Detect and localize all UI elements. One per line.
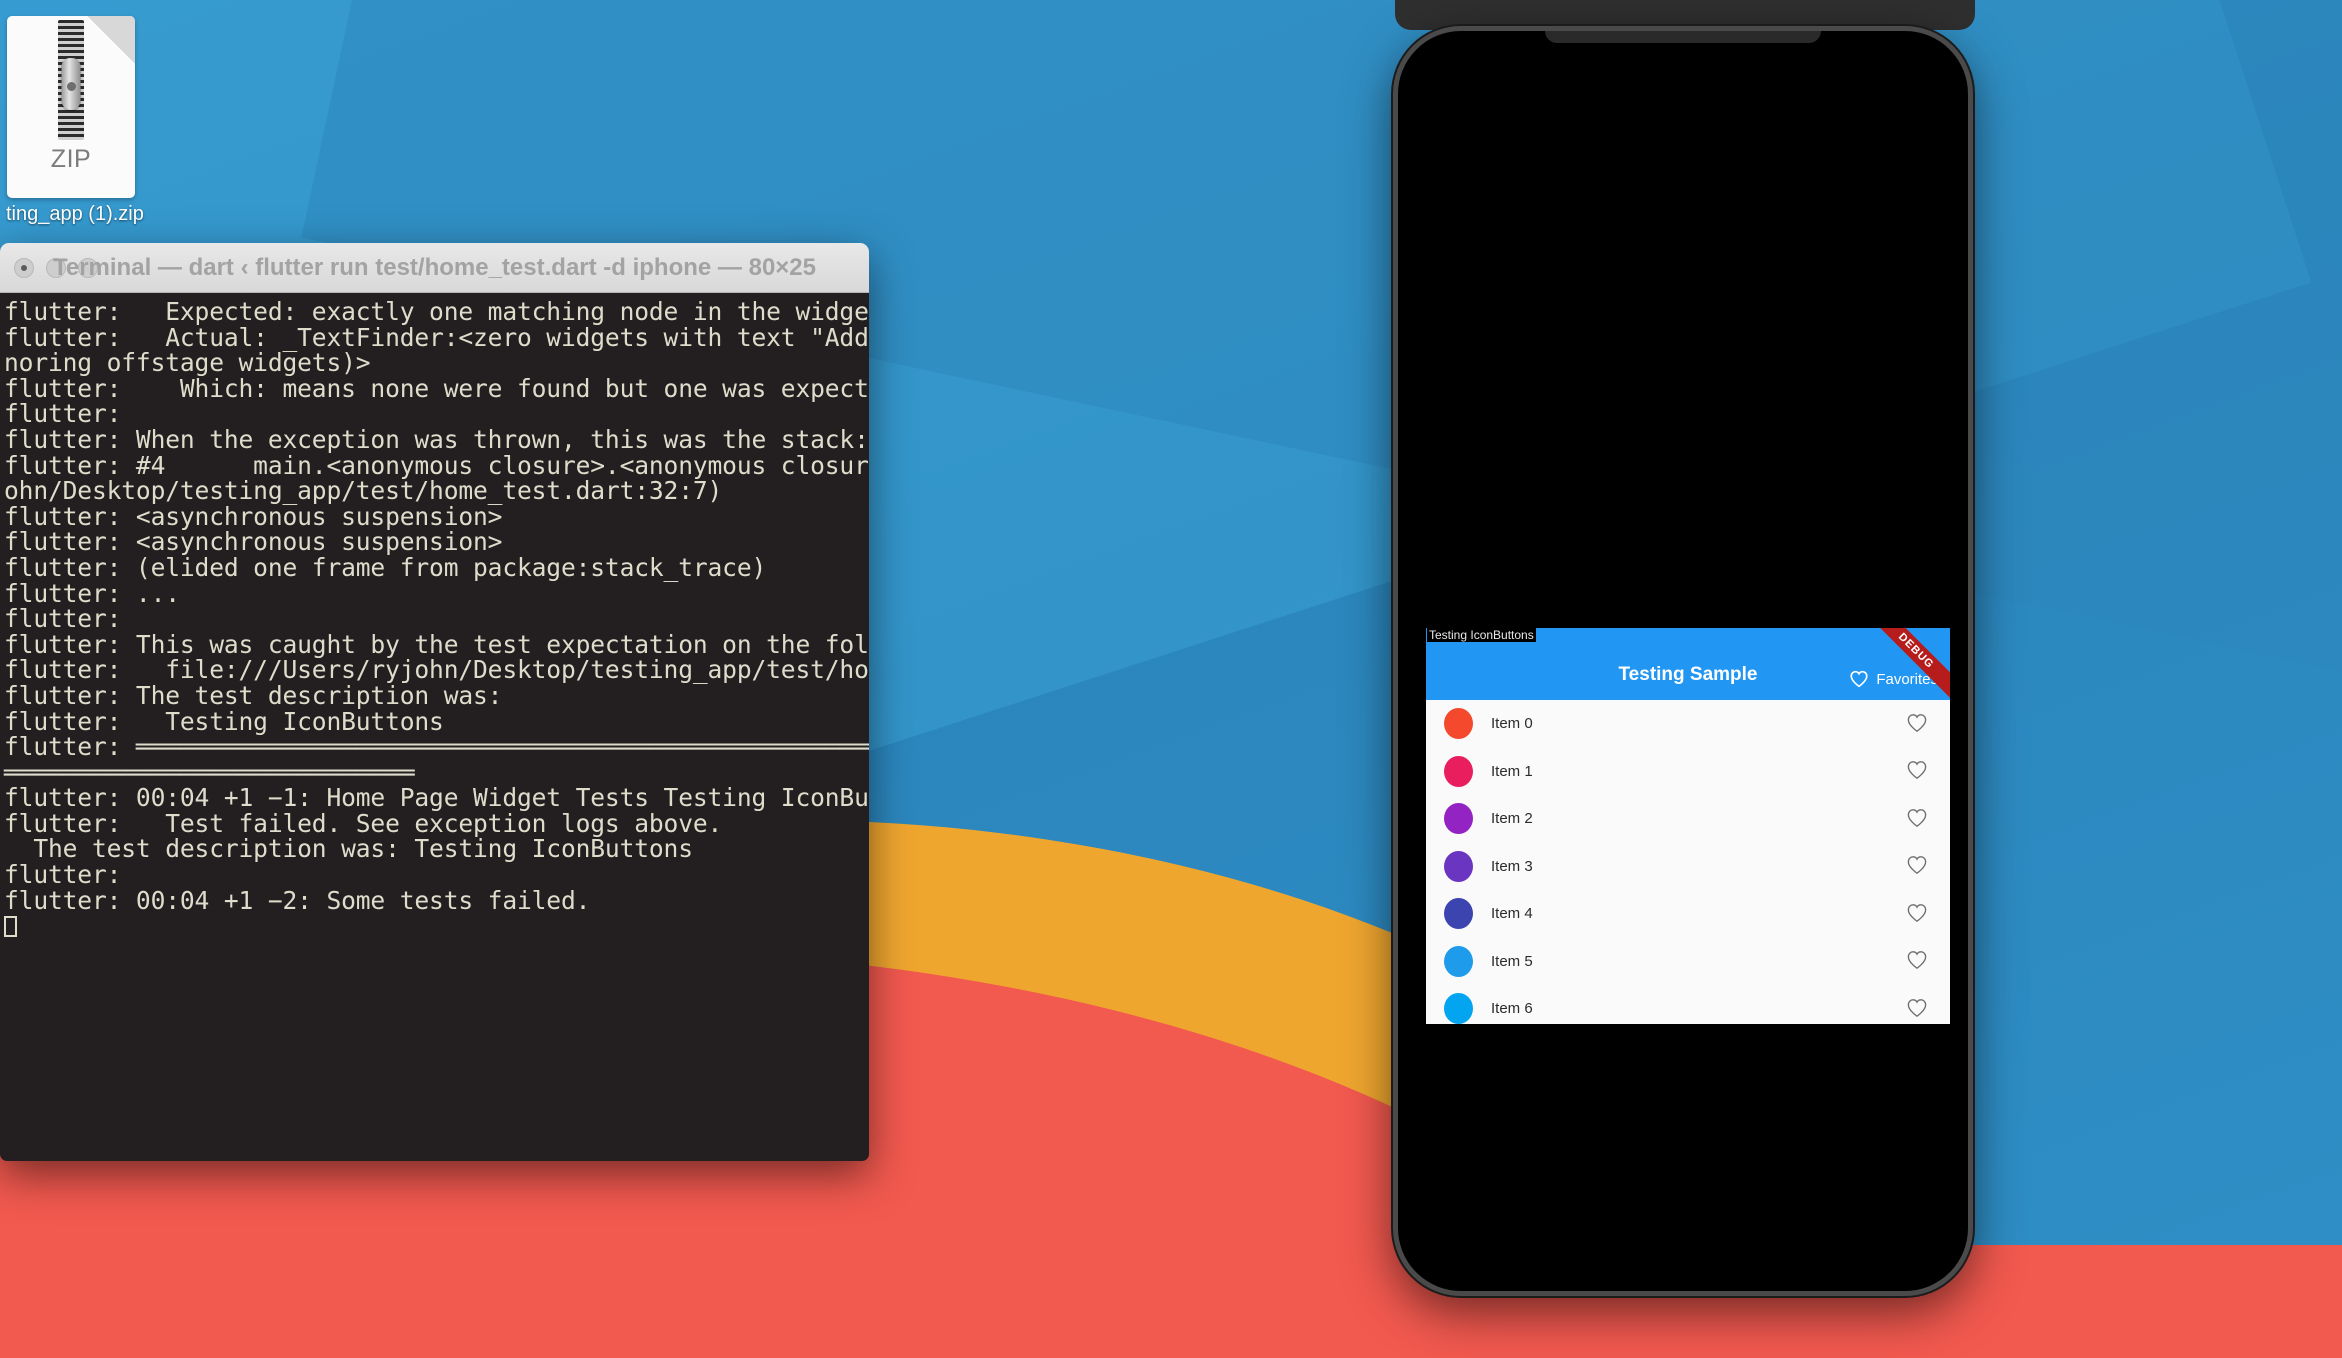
list-item-label: Item 5 (1491, 952, 1533, 970)
heart-outline-icon[interactable] (1906, 903, 1928, 925)
terminal-titlebar[interactable]: Terminal — dart ‹ flutter run test/home_… (0, 243, 869, 293)
heart-outline-icon[interactable] (1906, 855, 1928, 877)
item-list[interactable]: Item 0 Item 1 Item 2 Item 3 Item 4 Item … (1426, 700, 1950, 1024)
terminal-line: flutter: Expected: exactly one matching … (4, 297, 869, 326)
wallpaper-red-band-2 (0, 1245, 2342, 1358)
zip-file-icon[interactable]: ZIP (7, 16, 135, 198)
list-item-label: Item 2 (1491, 810, 1533, 828)
terminal-line: flutter: When the exception was thrown, … (4, 424, 869, 454)
list-item-label: Item 6 (1491, 1000, 1533, 1018)
flutter-app-screen[interactable]: Testing IconButtons DEBUG Testing Sample… (1426, 628, 1950, 1024)
iphone-simulator[interactable]: Testing IconButtons DEBUG Testing Sample… (1393, 26, 1973, 1296)
list-item[interactable]: Item 3 (1426, 843, 1950, 891)
zip-badge-label: ZIP (50, 145, 92, 173)
terminal-line: flutter: (4, 399, 122, 429)
avatar (1444, 993, 1473, 1024)
terminal-line: flutter: ... (4, 578, 180, 608)
desktop: ZIP ting_app (1).zip Testing IconButtons… (0, 0, 2342, 1358)
terminal-line: flutter: The test description was: (4, 680, 503, 710)
terminal-line: flutter: (4, 860, 122, 890)
close-button[interactable] (14, 257, 34, 278)
terminal-line: flutter: Test failed. See exception logs… (4, 808, 723, 838)
terminal-line: The test description was: Testing IconBu… (4, 834, 693, 864)
avatar (1444, 898, 1473, 930)
window-controls[interactable] (14, 257, 98, 278)
terminal-window[interactable]: Terminal — dart ‹ flutter run test/home_… (0, 243, 869, 1161)
terminal-output[interactable]: flutter: Expected: exactly one matching … (0, 293, 869, 1161)
list-item-label: Item 1 (1491, 762, 1533, 780)
terminal-line: noring offstage widgets)> (4, 348, 371, 378)
terminal-line: flutter: 00:04 +1 −1: Home Page Widget T… (4, 783, 869, 813)
terminal-line: flutter: file:///Users/ryjohn/Desktop/te… (4, 655, 869, 685)
list-item[interactable]: Item 1 (1426, 748, 1950, 796)
list-item-label: Item 4 (1491, 905, 1533, 923)
terminal-line: flutter: #4 main.<anonymous closure>.<an… (4, 450, 869, 480)
avatar (1444, 755, 1473, 787)
list-item[interactable]: Item 0 (1426, 700, 1950, 748)
desktop-file-zip[interactable]: ZIP ting_app (1).zip (6, 16, 144, 226)
heart-outline-icon[interactable] (1906, 950, 1928, 972)
iphone-notch (1545, 31, 1821, 43)
avatar (1444, 850, 1473, 882)
terminal-cursor (4, 916, 17, 938)
terminal-line: flutter: Which: means none were found bu… (4, 373, 869, 403)
terminal-title: Terminal — dart ‹ flutter run test/home_… (52, 253, 817, 281)
heart-outline-icon[interactable] (1906, 760, 1928, 782)
desktop-file-name: ting_app (1).zip (6, 203, 144, 225)
page-fold-corner (87, 16, 135, 64)
list-item[interactable]: Item 4 (1426, 890, 1950, 938)
list-item[interactable]: Item 5 (1426, 938, 1950, 986)
zoom-button[interactable] (78, 257, 98, 278)
list-item-label: Item 0 (1491, 715, 1533, 733)
avatar (1444, 803, 1473, 835)
heart-outline-icon[interactable] (1906, 998, 1928, 1020)
list-item[interactable]: Item 6 (1426, 985, 1950, 1024)
semantics-debug-label: Testing IconButtons (1427, 628, 1536, 642)
terminal-line: flutter: 00:04 +1 −2: Some tests failed. (4, 885, 591, 915)
terminal-line: flutter: <asynchronous suspension> (4, 501, 503, 531)
terminal-line: flutter: <asynchronous suspension> (4, 527, 503, 557)
heart-outline-icon[interactable] (1906, 713, 1928, 735)
terminal-line: flutter: Actual: _TextFinder:<zero widge… (4, 322, 869, 352)
zipper-pull-icon (61, 58, 81, 110)
terminal-line: flutter: This was caught by the test exp… (4, 629, 869, 659)
terminal-line: flutter: (elided one frame from package:… (4, 552, 767, 582)
avatar (1444, 945, 1473, 977)
list-item-label: Item 3 (1491, 857, 1533, 875)
heart-outline-icon (1849, 670, 1869, 688)
heart-outline-icon[interactable] (1906, 808, 1928, 830)
terminal-line: ohn/Desktop/testing_app/test/home_test.d… (4, 476, 723, 506)
terminal-line: flutter: (4, 604, 122, 634)
avatar (1444, 708, 1473, 740)
list-item[interactable]: Item 2 (1426, 795, 1950, 843)
terminal-line: flutter: Testing IconButtons (4, 706, 444, 736)
minimize-button[interactable] (46, 257, 66, 278)
terminal-line: flutter: ═══════════════════════════════… (4, 732, 869, 762)
terminal-line: ════════════════════════════ (4, 757, 415, 787)
terminal-cursor-line (4, 913, 869, 939)
